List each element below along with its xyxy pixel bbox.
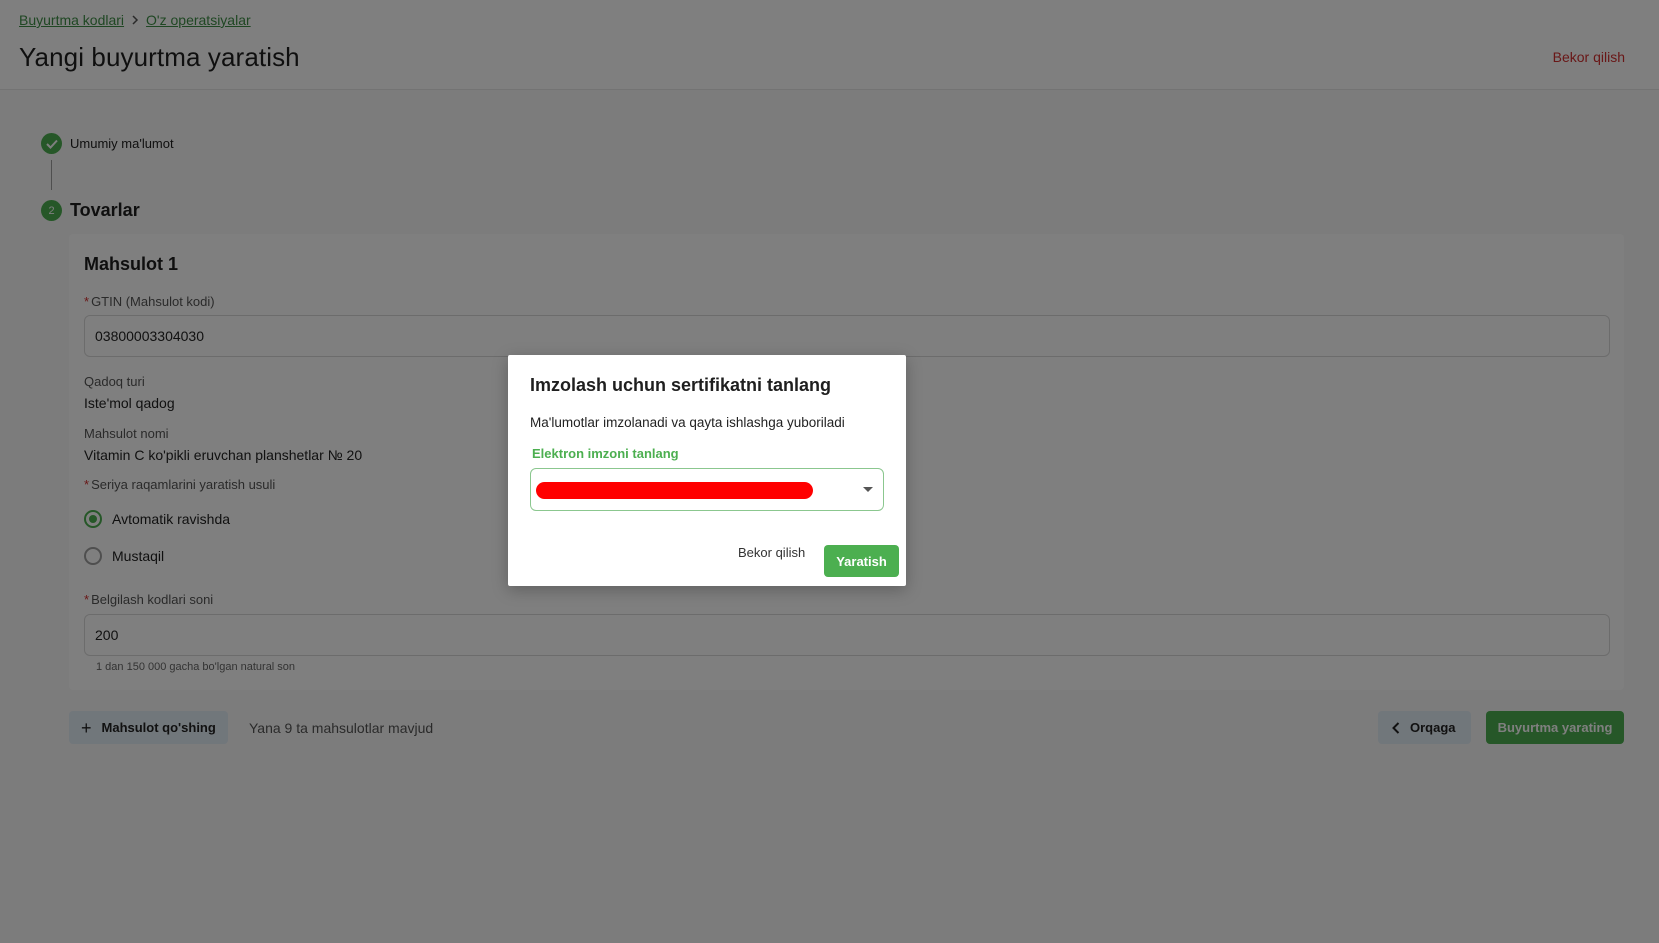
modal-description: Ma'lumotlar imzolanadi va qayta ishlashg… (530, 415, 845, 430)
modal-create-button[interactable]: Yaratish (824, 545, 899, 577)
redacted-value (536, 482, 813, 499)
signature-select-label: Elektron imzoni tanlang (532, 446, 679, 461)
modal-cancel-button[interactable]: Bekor qilish (738, 545, 805, 560)
signature-modal: Imzolash uchun sertifikatni tanlang Ma'l… (508, 355, 906, 586)
modal-title: Imzolash uchun sertifikatni tanlang (530, 375, 832, 395)
caret-down-icon (863, 487, 873, 492)
signature-select[interactable] (530, 468, 884, 511)
